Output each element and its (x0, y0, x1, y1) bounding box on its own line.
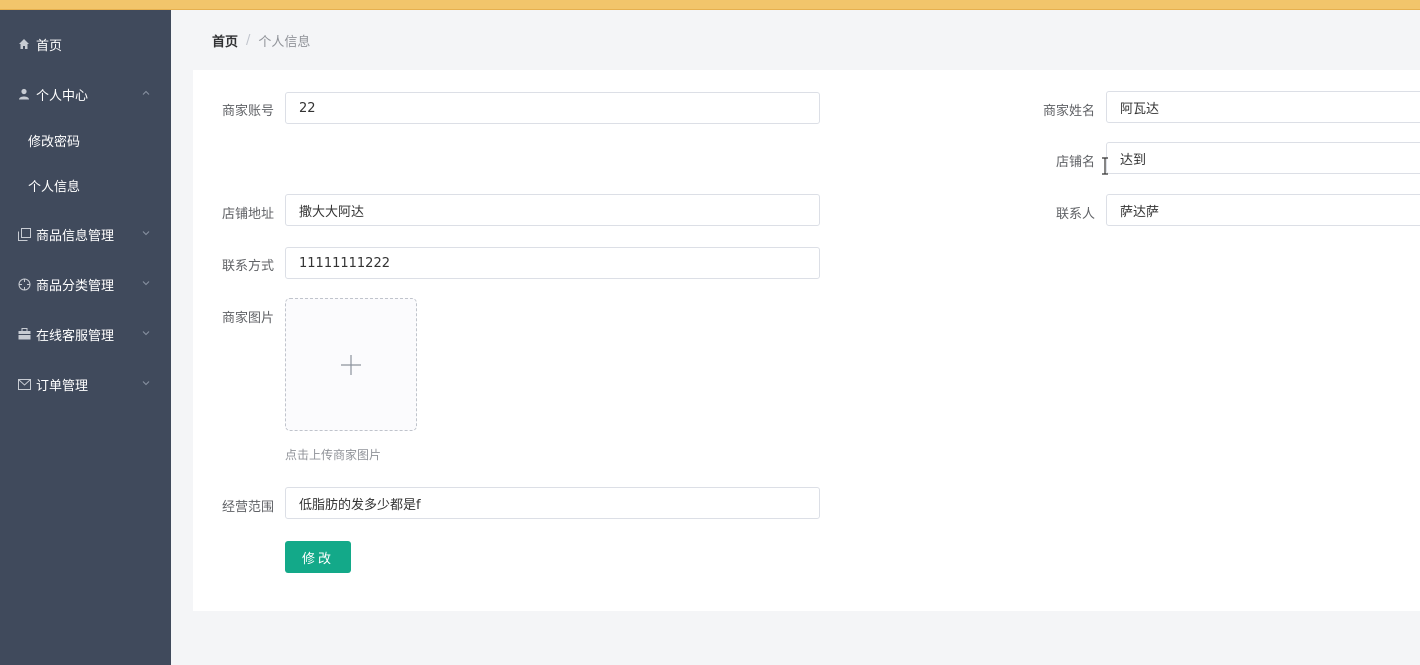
sidebar-subitem-personal-info[interactable]: 个人信息 (0, 165, 171, 205)
merchant-image-label: 商家图片 (221, 311, 274, 326)
account-input[interactable] (285, 92, 820, 124)
sidebar-item-personal-center[interactable]: 个人中心 (0, 74, 171, 114)
briefcase-icon (14, 328, 34, 340)
top-accent-bar (0, 0, 1420, 10)
target-icon (14, 278, 34, 291)
sidebar-item-customer-service[interactable]: 在线客服管理 (0, 314, 171, 354)
sidebar-item-product-category[interactable]: 商品分类管理 (0, 264, 171, 304)
account-label: 商家账号 (221, 104, 274, 119)
shop-name-label: 店铺名 (1055, 155, 1095, 170)
chevron-down-icon (142, 381, 150, 386)
copy-icon (14, 227, 34, 241)
home-icon (14, 38, 34, 50)
shop-address-label: 店铺地址 (221, 207, 274, 222)
breadcrumb-separator: / (246, 33, 251, 48)
upload-tip: 点击上传商家图片 (285, 448, 382, 462)
contact-person-label: 联系人 (1055, 207, 1095, 222)
chevron-down-icon (142, 231, 150, 236)
sidebar: 首页 个人中心 修改密码 个人信息 商品信息管理 商品分类管理 在线客服管理 订… (0, 10, 171, 665)
sidebar-subitem-change-password[interactable]: 修改密码 (0, 120, 171, 160)
merchant-name-input[interactable] (1106, 91, 1420, 123)
sidebar-item-product-info[interactable]: 商品信息管理 (0, 214, 171, 254)
breadcrumb: 首页 / 个人信息 (212, 31, 310, 50)
image-upload-box[interactable] (285, 298, 417, 431)
sidebar-subitem-label: 修改密码 (28, 134, 81, 150)
modify-button[interactable]: 修改 (285, 541, 351, 573)
mail-icon (14, 378, 34, 390)
sidebar-item-label: 商品分类管理 (36, 278, 115, 294)
sidebar-item-label: 商品信息管理 (36, 228, 115, 244)
plus-icon (341, 354, 361, 375)
merchant-name-label: 商家姓名 (1042, 104, 1095, 119)
sidebar-item-orders[interactable]: 订单管理 (0, 364, 171, 404)
contact-person-input[interactable] (1106, 194, 1420, 226)
breadcrumb-current: 个人信息 (258, 35, 311, 50)
breadcrumb-home-link[interactable]: 首页 (212, 31, 238, 50)
sidebar-item-label: 在线客服管理 (36, 328, 115, 344)
user-icon (14, 88, 34, 100)
chevron-down-icon (142, 281, 150, 286)
sidebar-subitem-label: 个人信息 (28, 179, 81, 195)
sidebar-item-home[interactable]: 首页 (0, 24, 171, 64)
sidebar-item-label: 首页 (36, 38, 63, 54)
chevron-down-icon (142, 331, 150, 336)
business-scope-label: 经营范围 (221, 500, 274, 515)
chevron-up-icon (142, 90, 150, 95)
shop-address-input[interactable] (285, 194, 820, 226)
text-cursor-icon (1102, 157, 1108, 175)
shop-name-input[interactable] (1106, 142, 1420, 174)
phone-label: 联系方式 (221, 259, 274, 274)
phone-input[interactable] (285, 247, 820, 279)
business-scope-input[interactable] (285, 487, 820, 519)
sidebar-item-label: 个人中心 (36, 88, 89, 104)
sidebar-item-label: 订单管理 (36, 378, 89, 394)
